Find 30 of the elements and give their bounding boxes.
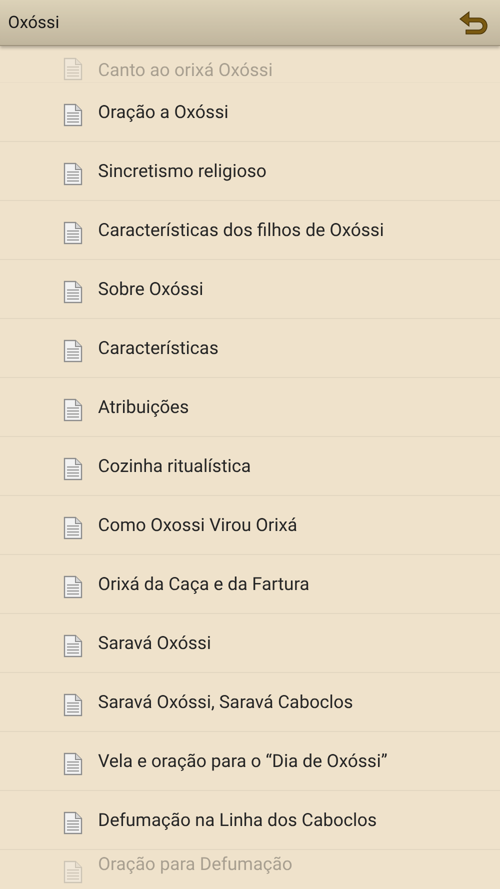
- document-icon: [63, 457, 83, 481]
- document-icon: [63, 811, 83, 835]
- list-item[interactable]: Características dos filhos de Oxóssi: [0, 201, 500, 260]
- document-icon: [63, 634, 83, 658]
- list-item[interactable]: Orixá da Caça e da Fartura: [0, 555, 500, 614]
- document-icon: [63, 162, 83, 186]
- document-icon: [63, 516, 83, 540]
- list-item[interactable]: Atribuições: [0, 378, 500, 437]
- document-icon: [63, 860, 83, 884]
- back-button[interactable]: [458, 8, 490, 36]
- document-icon: [63, 221, 83, 245]
- document-icon: [63, 693, 83, 717]
- list-item[interactable]: Saravá Oxóssi, Saravá Caboclos: [0, 673, 500, 732]
- document-icon: [63, 398, 83, 422]
- document-icon: [63, 339, 83, 363]
- document-icon: [63, 57, 83, 81]
- document-icon: [63, 752, 83, 776]
- list-item[interactable]: Sincretismo religioso: [0, 142, 500, 201]
- list-item[interactable]: Cozinha ritualística: [0, 437, 500, 496]
- screen-title: Oxóssi: [8, 12, 60, 32]
- document-icon: [63, 280, 83, 304]
- document-icon: [63, 103, 83, 127]
- list-item[interactable]: Como Oxossi Virou Orixá: [0, 496, 500, 555]
- document-icon: [63, 575, 83, 599]
- list-item[interactable]: Saravá Oxóssi: [0, 614, 500, 673]
- list-item[interactable]: Vela e oração para o “Dia de Oxóssi”: [0, 732, 500, 791]
- list-item[interactable]: Defumação na Linha dos Caboclos: [0, 791, 500, 850]
- list-item[interactable]: Características: [0, 319, 500, 378]
- list-item[interactable]: Oração a Oxóssi: [0, 83, 500, 142]
- list-item[interactable]: Sobre Oxóssi: [0, 260, 500, 319]
